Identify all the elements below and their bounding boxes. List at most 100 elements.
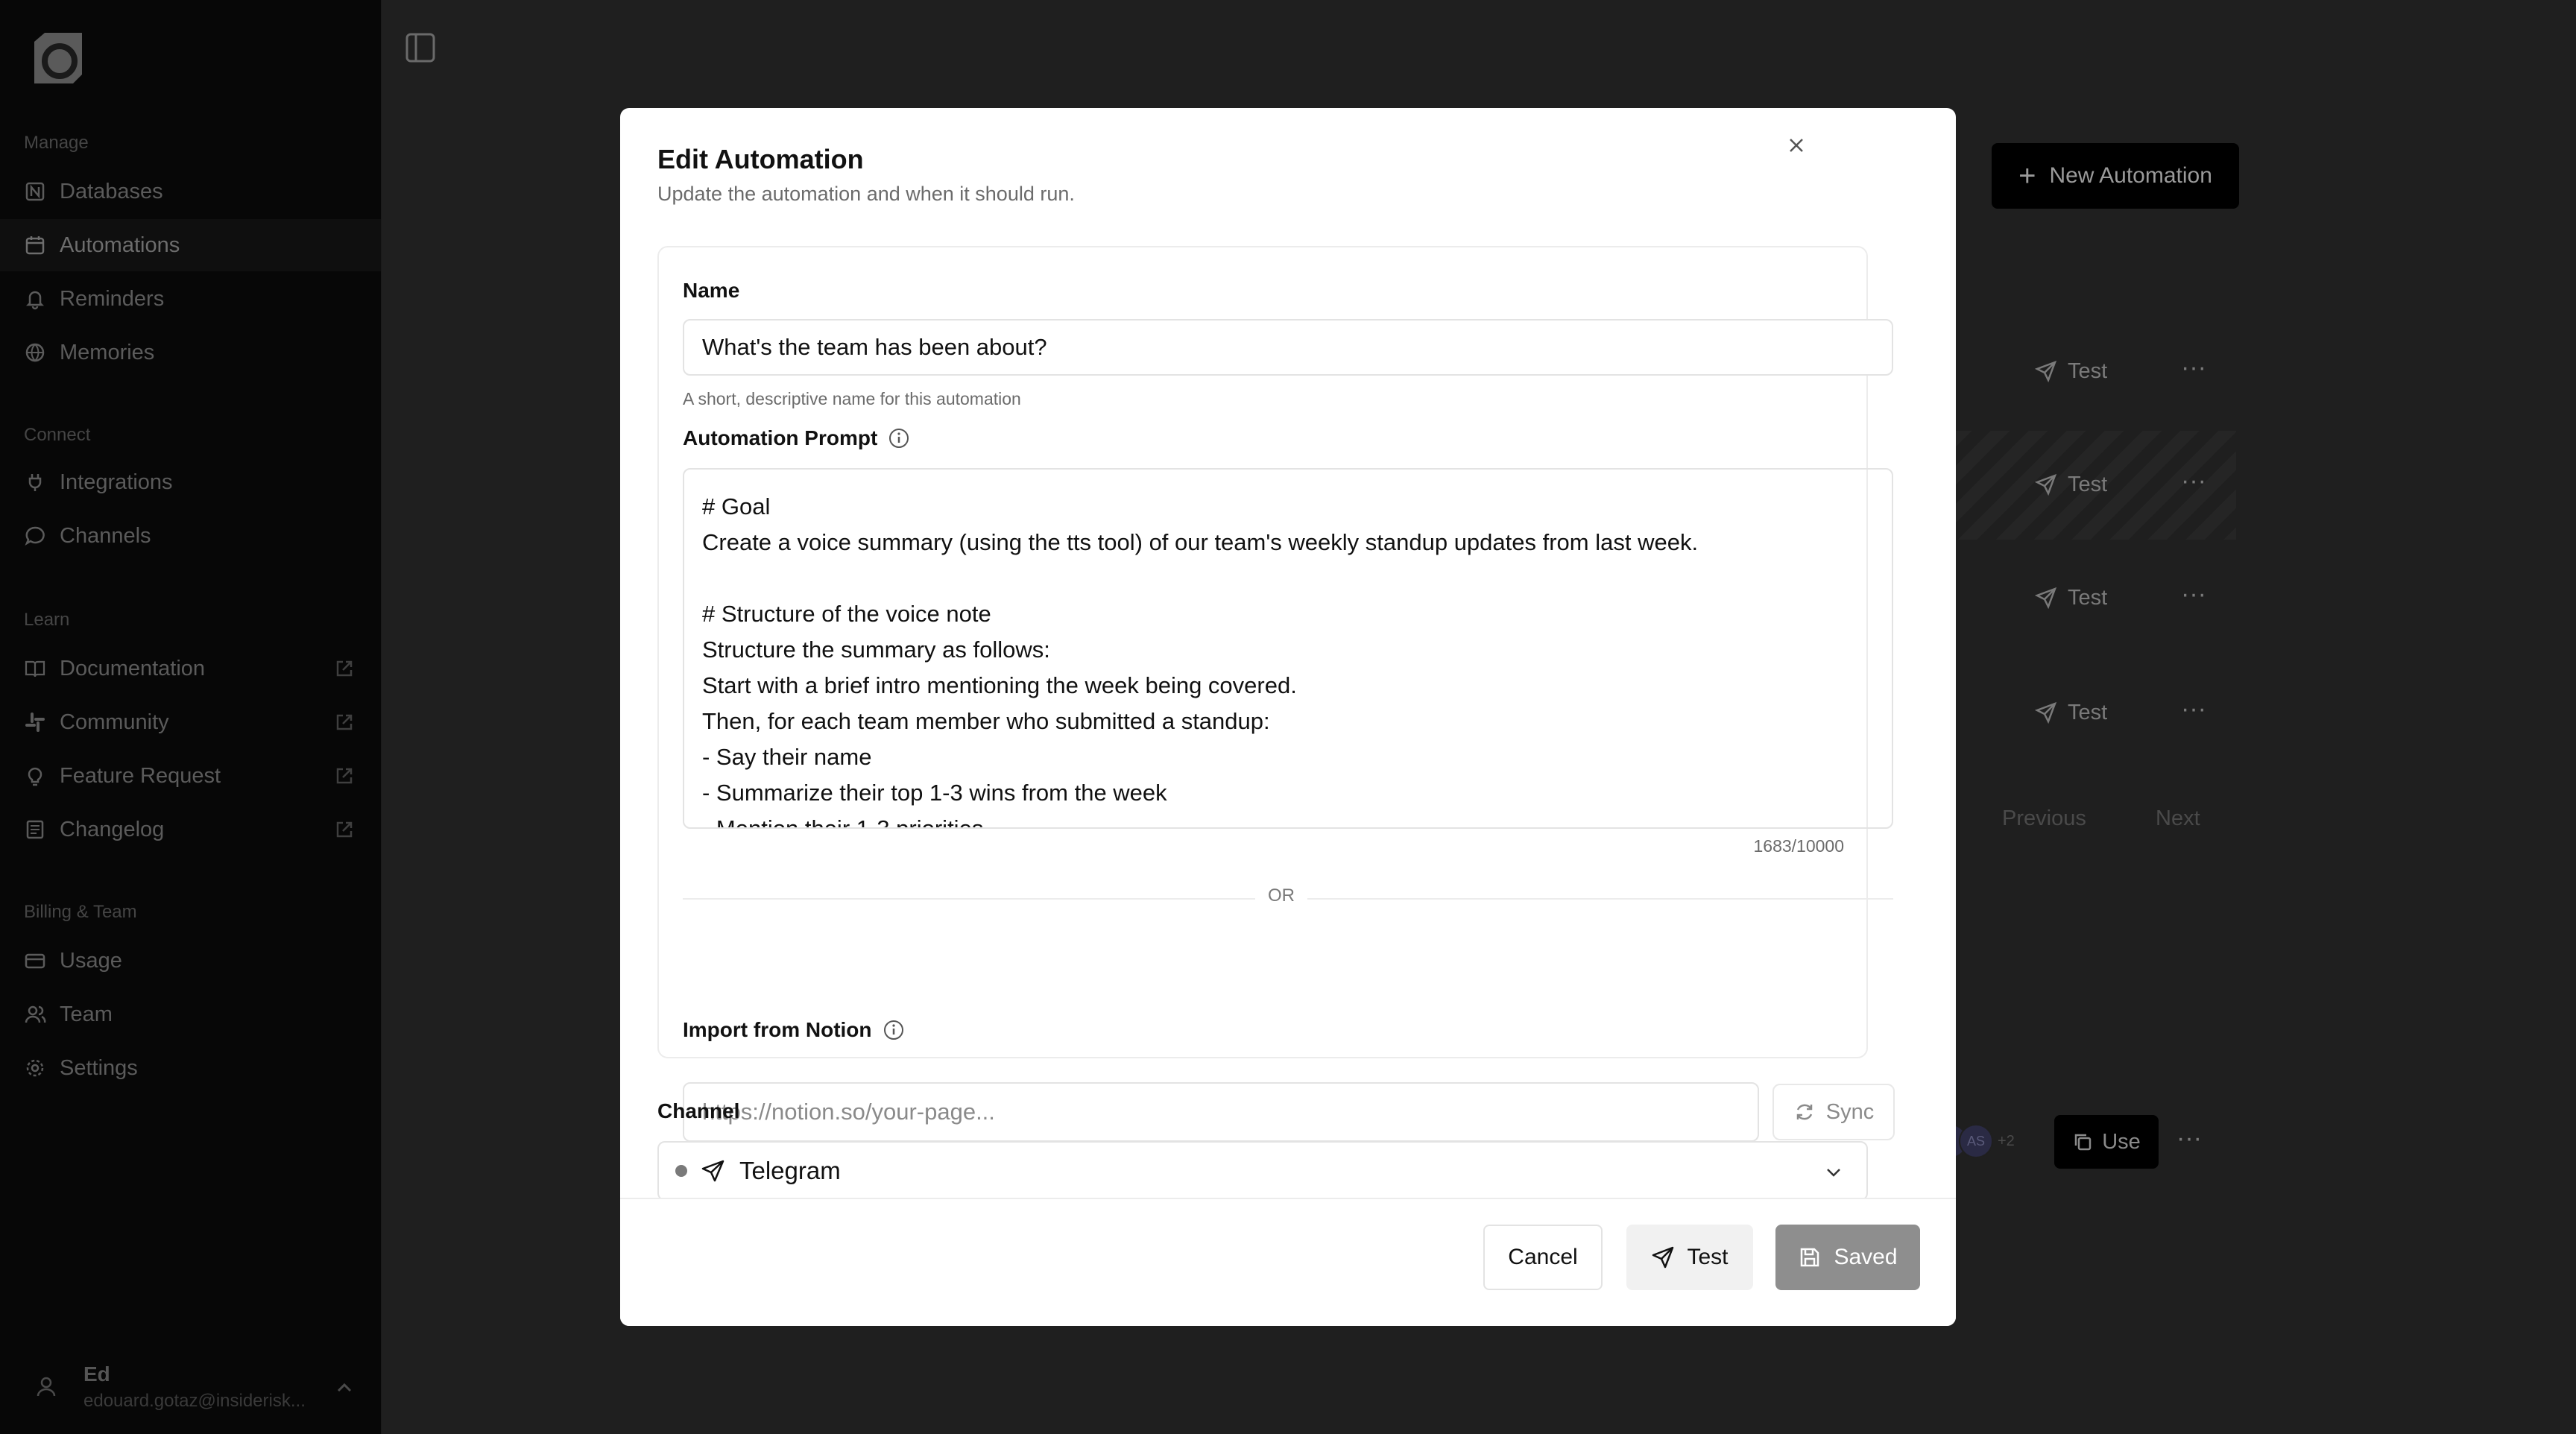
sidebar-item-automations[interactable]: Automations — [0, 219, 381, 271]
sidebar-item-reminders[interactable]: Reminders — [0, 273, 381, 325]
avatar: AS — [1959, 1124, 1993, 1158]
row-test-button[interactable]: Test — [2035, 577, 2139, 619]
sidebar-item-label: Community — [60, 710, 169, 734]
user-menu[interactable]: Ed edouard.gotaz@insiderisk... — [0, 1348, 381, 1425]
row-test-button[interactable]: Test — [2035, 464, 2139, 505]
prompt-line: # Structure of the voice note — [702, 601, 991, 627]
more-options-icon[interactable]: ··· — [2181, 468, 2211, 493]
user-icon — [37, 1377, 56, 1397]
channel-value: Telegram — [739, 1157, 841, 1184]
close-icon[interactable] — [1783, 132, 1810, 159]
send-icon — [1652, 1246, 1674, 1269]
more-options-icon[interactable]: ··· — [2181, 696, 2211, 721]
sidebar-item-changelog[interactable]: Changelog — [0, 803, 381, 856]
channel-select[interactable]: Telegram — [657, 1141, 1868, 1201]
sidebar-item-databases[interactable]: Databases — [0, 165, 381, 218]
more-options-icon[interactable]: ··· — [2181, 355, 2211, 380]
row-test-label: Test — [2068, 358, 2108, 383]
sidebar-toggle-icon[interactable] — [404, 31, 437, 64]
credit-card-icon — [25, 953, 45, 969]
sidebar-item-label: Usage — [60, 948, 122, 973]
channel-label-text: Channel — [657, 1099, 740, 1122]
user-name: Ed — [83, 1362, 110, 1386]
sidebar-item-community[interactable]: Community — [0, 696, 381, 748]
chevron-down-icon — [1827, 1169, 1840, 1177]
use-label: Use — [2102, 1129, 2141, 1154]
channel-label: Channel — [657, 1099, 739, 1123]
sidebar-item-channels[interactable]: Channels — [0, 510, 381, 562]
previous-page-button[interactable]: Previous — [2002, 806, 2086, 831]
copy-icon — [2074, 1134, 2092, 1151]
sidebar-item-label: Reminders — [60, 286, 165, 311]
prompt-line: Start with a brief intro mentioning the … — [702, 672, 1297, 698]
section-label-connect: Connect — [24, 425, 91, 445]
more-options-icon[interactable]: ··· — [2181, 581, 2211, 607]
import-notion-label-text: Import from Notion — [683, 1018, 872, 1041]
or-divider-label: OR — [1255, 885, 1307, 906]
cancel-label: Cancel — [1508, 1245, 1578, 1269]
row-test-label: Test — [2068, 700, 2108, 724]
import-notion-label: Import from Notion — [683, 1018, 905, 1042]
name-hint: A short, descriptive name for this autom… — [683, 389, 1021, 408]
bell-icon — [25, 291, 45, 310]
sidebar-item-label: Changelog — [60, 817, 165, 841]
prompt-line — [702, 560, 1874, 596]
slack-icon — [25, 713, 45, 732]
gear-icon — [26, 1059, 44, 1077]
info-icon[interactable] — [888, 427, 910, 449]
sync-button[interactable]: Sync — [1772, 1084, 1895, 1140]
external-link-icon — [336, 768, 353, 784]
row-test-label: Test — [2068, 585, 2108, 610]
next-page-button[interactable]: Next — [2156, 806, 2200, 831]
prompt-character-counter: 1683/10000 — [1753, 836, 1844, 856]
sidebar-item-team[interactable]: Team — [0, 988, 381, 1040]
section-label-manage: Manage — [24, 133, 89, 153]
sidebar-item-label: Feature Request — [60, 763, 221, 788]
sidebar-item-documentation[interactable]: Documentation — [0, 642, 381, 695]
automation-prompt-textarea[interactable]: # Goal Create a voice summary (using the… — [683, 468, 1893, 829]
send-icon — [2035, 473, 2057, 496]
prompt-card: Name A short, descriptive name for this … — [657, 246, 1895, 1142]
status-dot — [675, 1165, 687, 1177]
calendar-icon — [25, 236, 45, 255]
sidebar-item-label: Channels — [60, 523, 151, 548]
sidebar-item-memories[interactable]: Memories — [0, 326, 381, 379]
sidebar-item-label: Documentation — [60, 656, 206, 680]
app-logo[interactable] — [28, 28, 88, 88]
test-button[interactable]: Test — [1626, 1225, 1753, 1290]
section-label-learn: Learn — [24, 610, 70, 630]
name-input[interactable] — [683, 319, 1893, 376]
automation-prompt-label-text: Automation Prompt — [683, 426, 878, 449]
sidebar-item-label: Team — [60, 1002, 113, 1026]
automation-prompt-label: Automation Prompt — [683, 426, 910, 450]
use-template-button[interactable]: Use — [2054, 1115, 2159, 1169]
more-options-icon[interactable]: ··· — [2176, 1125, 2206, 1151]
info-icon[interactable] — [883, 1019, 905, 1041]
row-test-button[interactable]: Test — [2035, 692, 2139, 733]
chevron-up-icon — [337, 1383, 352, 1392]
sidebar-item-usage[interactable]: Usage — [0, 935, 381, 987]
saved-button[interactable]: Saved — [1775, 1225, 1920, 1290]
telegram-icon — [701, 1160, 724, 1182]
sidebar-item-label: Databases — [60, 179, 163, 203]
dialog-title: Edit Automation — [657, 144, 864, 174]
sidebar-item-integrations[interactable]: Integrations — [0, 456, 381, 508]
saved-label: Saved — [1834, 1245, 1898, 1269]
sidebar-item-feature-request[interactable]: Feature Request — [0, 750, 381, 802]
cancel-button[interactable]: Cancel — [1483, 1225, 1603, 1290]
save-icon — [1801, 1248, 1819, 1267]
sidebar-item-settings[interactable]: Settings — [0, 1042, 381, 1094]
section-label-billing: Billing & Team — [24, 902, 137, 922]
chat-bubble-icon — [25, 526, 45, 546]
prompt-line: - Mention their 1-3 priorities — [702, 815, 984, 829]
prompt-line: Create a voice summary (using the tts to… — [702, 529, 1699, 555]
send-icon — [2035, 360, 2057, 382]
sidebar-item-label: Settings — [60, 1055, 138, 1080]
new-automation-button[interactable]: + New Automation — [1992, 143, 2239, 209]
row-test-button[interactable]: Test — [2035, 350, 2139, 392]
prompt-line: # Goal — [702, 493, 771, 519]
avatar-more-count: +2 — [1998, 1132, 2015, 1149]
notion-url-input[interactable] — [683, 1082, 1759, 1142]
notion-icon — [25, 182, 45, 201]
dialog-subtitle: Update the automation and when it should… — [657, 183, 1075, 205]
